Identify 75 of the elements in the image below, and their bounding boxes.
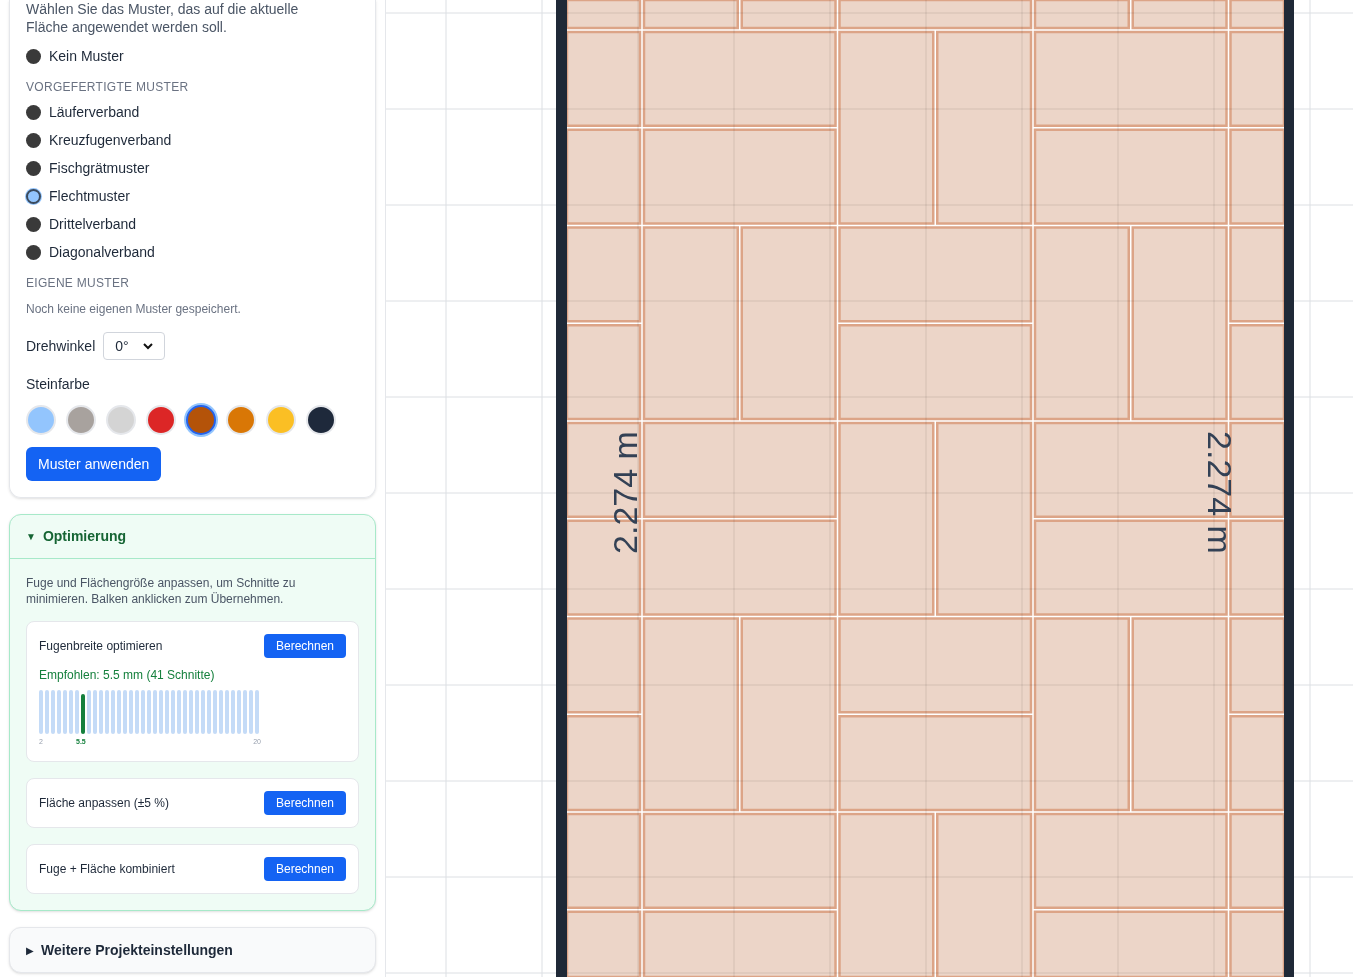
section-heading: EIGENE MUSTER xyxy=(26,275,131,292)
calculate-button[interactable]: Berechnen xyxy=(263,634,346,658)
chart-bar[interactable] xyxy=(75,690,79,734)
chart-bar[interactable] xyxy=(153,690,157,734)
radio-button[interactable] xyxy=(26,132,41,148)
radio-button[interactable] xyxy=(26,216,41,232)
color-label: Steinfarbe xyxy=(26,375,91,394)
chart-bar[interactable] xyxy=(213,690,217,734)
chart-bar[interactable] xyxy=(225,690,229,734)
option-title: Fuge + Fläche kombiniert xyxy=(39,861,175,878)
chart-bar[interactable] xyxy=(51,690,55,734)
description-text: Fuge und Flächengröße anpassen, um Schnitte zu minimieren. Balken anklicken zum Übernehmen. xyxy=(26,575,297,607)
chart-bar[interactable] xyxy=(99,690,103,734)
radio-button[interactable] xyxy=(26,244,41,260)
dimension-label: 2.274 m xyxy=(608,429,642,556)
section-header[interactable]: ▶ Weitere Projekteinstellungen xyxy=(10,928,375,972)
chart-bar[interactable] xyxy=(105,690,109,734)
chart-bar[interactable] xyxy=(159,690,163,734)
pattern-option[interactable]: Drittelverband xyxy=(26,210,359,238)
section-header[interactable]: ▼ Optimierung xyxy=(10,515,375,559)
pattern-option[interactable]: Diagonalverband xyxy=(26,238,359,266)
recommendation-text: Empfohlen: 5.5 mm (41 Schnitte) xyxy=(39,667,216,684)
chart-bar[interactable] xyxy=(183,690,187,734)
chart-bar[interactable] xyxy=(171,690,175,734)
calculate-button[interactable]: Berechnen xyxy=(263,857,346,881)
section-heading: VORGEFERTIGTE MUSTER xyxy=(26,79,190,96)
chart-bar[interactable] xyxy=(57,690,61,734)
chart-bar[interactable] xyxy=(147,690,151,734)
chart-bar[interactable] xyxy=(189,690,193,734)
chart-bar[interactable] xyxy=(165,690,169,734)
rotation-label: Drehwinkel xyxy=(26,336,96,356)
option-title: Fläche anpassen (±5 %) xyxy=(39,795,169,812)
intro-text: Wählen Sie das Muster, das auf die aktuelle Fläche angewendet werden soll. xyxy=(26,0,300,36)
chart-bar[interactable] xyxy=(117,690,121,734)
radio-button[interactable] xyxy=(26,48,41,64)
chart-bar[interactable] xyxy=(201,690,205,734)
color-swatch[interactable] xyxy=(186,405,216,435)
pattern-option[interactable]: Fischgrätmuster xyxy=(26,154,359,182)
chart-bar[interactable] xyxy=(243,690,247,734)
chart-bar[interactable] xyxy=(249,690,253,734)
chart-bar[interactable] xyxy=(219,690,223,734)
chart-bar[interactable] xyxy=(69,690,73,734)
chart-bar[interactable] xyxy=(123,690,127,734)
chevron-down-icon xyxy=(143,342,154,350)
chart-bar[interactable] xyxy=(135,690,139,734)
apply-button[interactable]: Muster anwenden xyxy=(26,447,162,481)
rotation-select[interactable]: 0° xyxy=(103,332,166,360)
pattern-option[interactable]: Kein Muster xyxy=(26,42,359,70)
chart-bar[interactable] xyxy=(45,690,49,734)
chart-bar[interactable] xyxy=(87,690,91,734)
chart-bar[interactable] xyxy=(39,690,43,734)
pattern-option[interactable]: Läuferverband xyxy=(26,98,359,126)
empty-note: Noch keine eigenen Muster gespeichert. xyxy=(26,301,242,318)
chart-bar[interactable] xyxy=(207,690,211,734)
chart-bar[interactable] xyxy=(141,690,145,734)
chart-bar[interactable] xyxy=(81,694,85,734)
chart-bar[interactable] xyxy=(129,690,133,734)
chart-bar[interactable] xyxy=(111,690,115,734)
pattern-option[interactable]: Kreuzfugenverband xyxy=(26,126,359,154)
chart-bar[interactable] xyxy=(237,690,241,734)
chart-bar[interactable] xyxy=(231,690,235,734)
toggle-icon: ▼ xyxy=(26,529,36,544)
calculate-button[interactable]: Berechnen xyxy=(263,791,346,815)
radio-button[interactable] xyxy=(26,160,41,176)
toggle-icon: ▶ xyxy=(26,942,34,958)
pattern-option[interactable]: Flechtmuster xyxy=(26,182,359,210)
dimension-label: 2.274 m xyxy=(1202,429,1236,556)
chart-bar[interactable] xyxy=(93,690,97,734)
radio-button[interactable] xyxy=(26,104,41,120)
chart-bar[interactable] xyxy=(255,690,259,734)
chart-bar[interactable] xyxy=(177,690,181,734)
option-title: Fugenbreite optimieren xyxy=(39,638,163,655)
radio-button[interactable] xyxy=(26,188,41,204)
chart-bar[interactable] xyxy=(63,690,67,734)
chart-bar[interactable] xyxy=(195,690,199,734)
